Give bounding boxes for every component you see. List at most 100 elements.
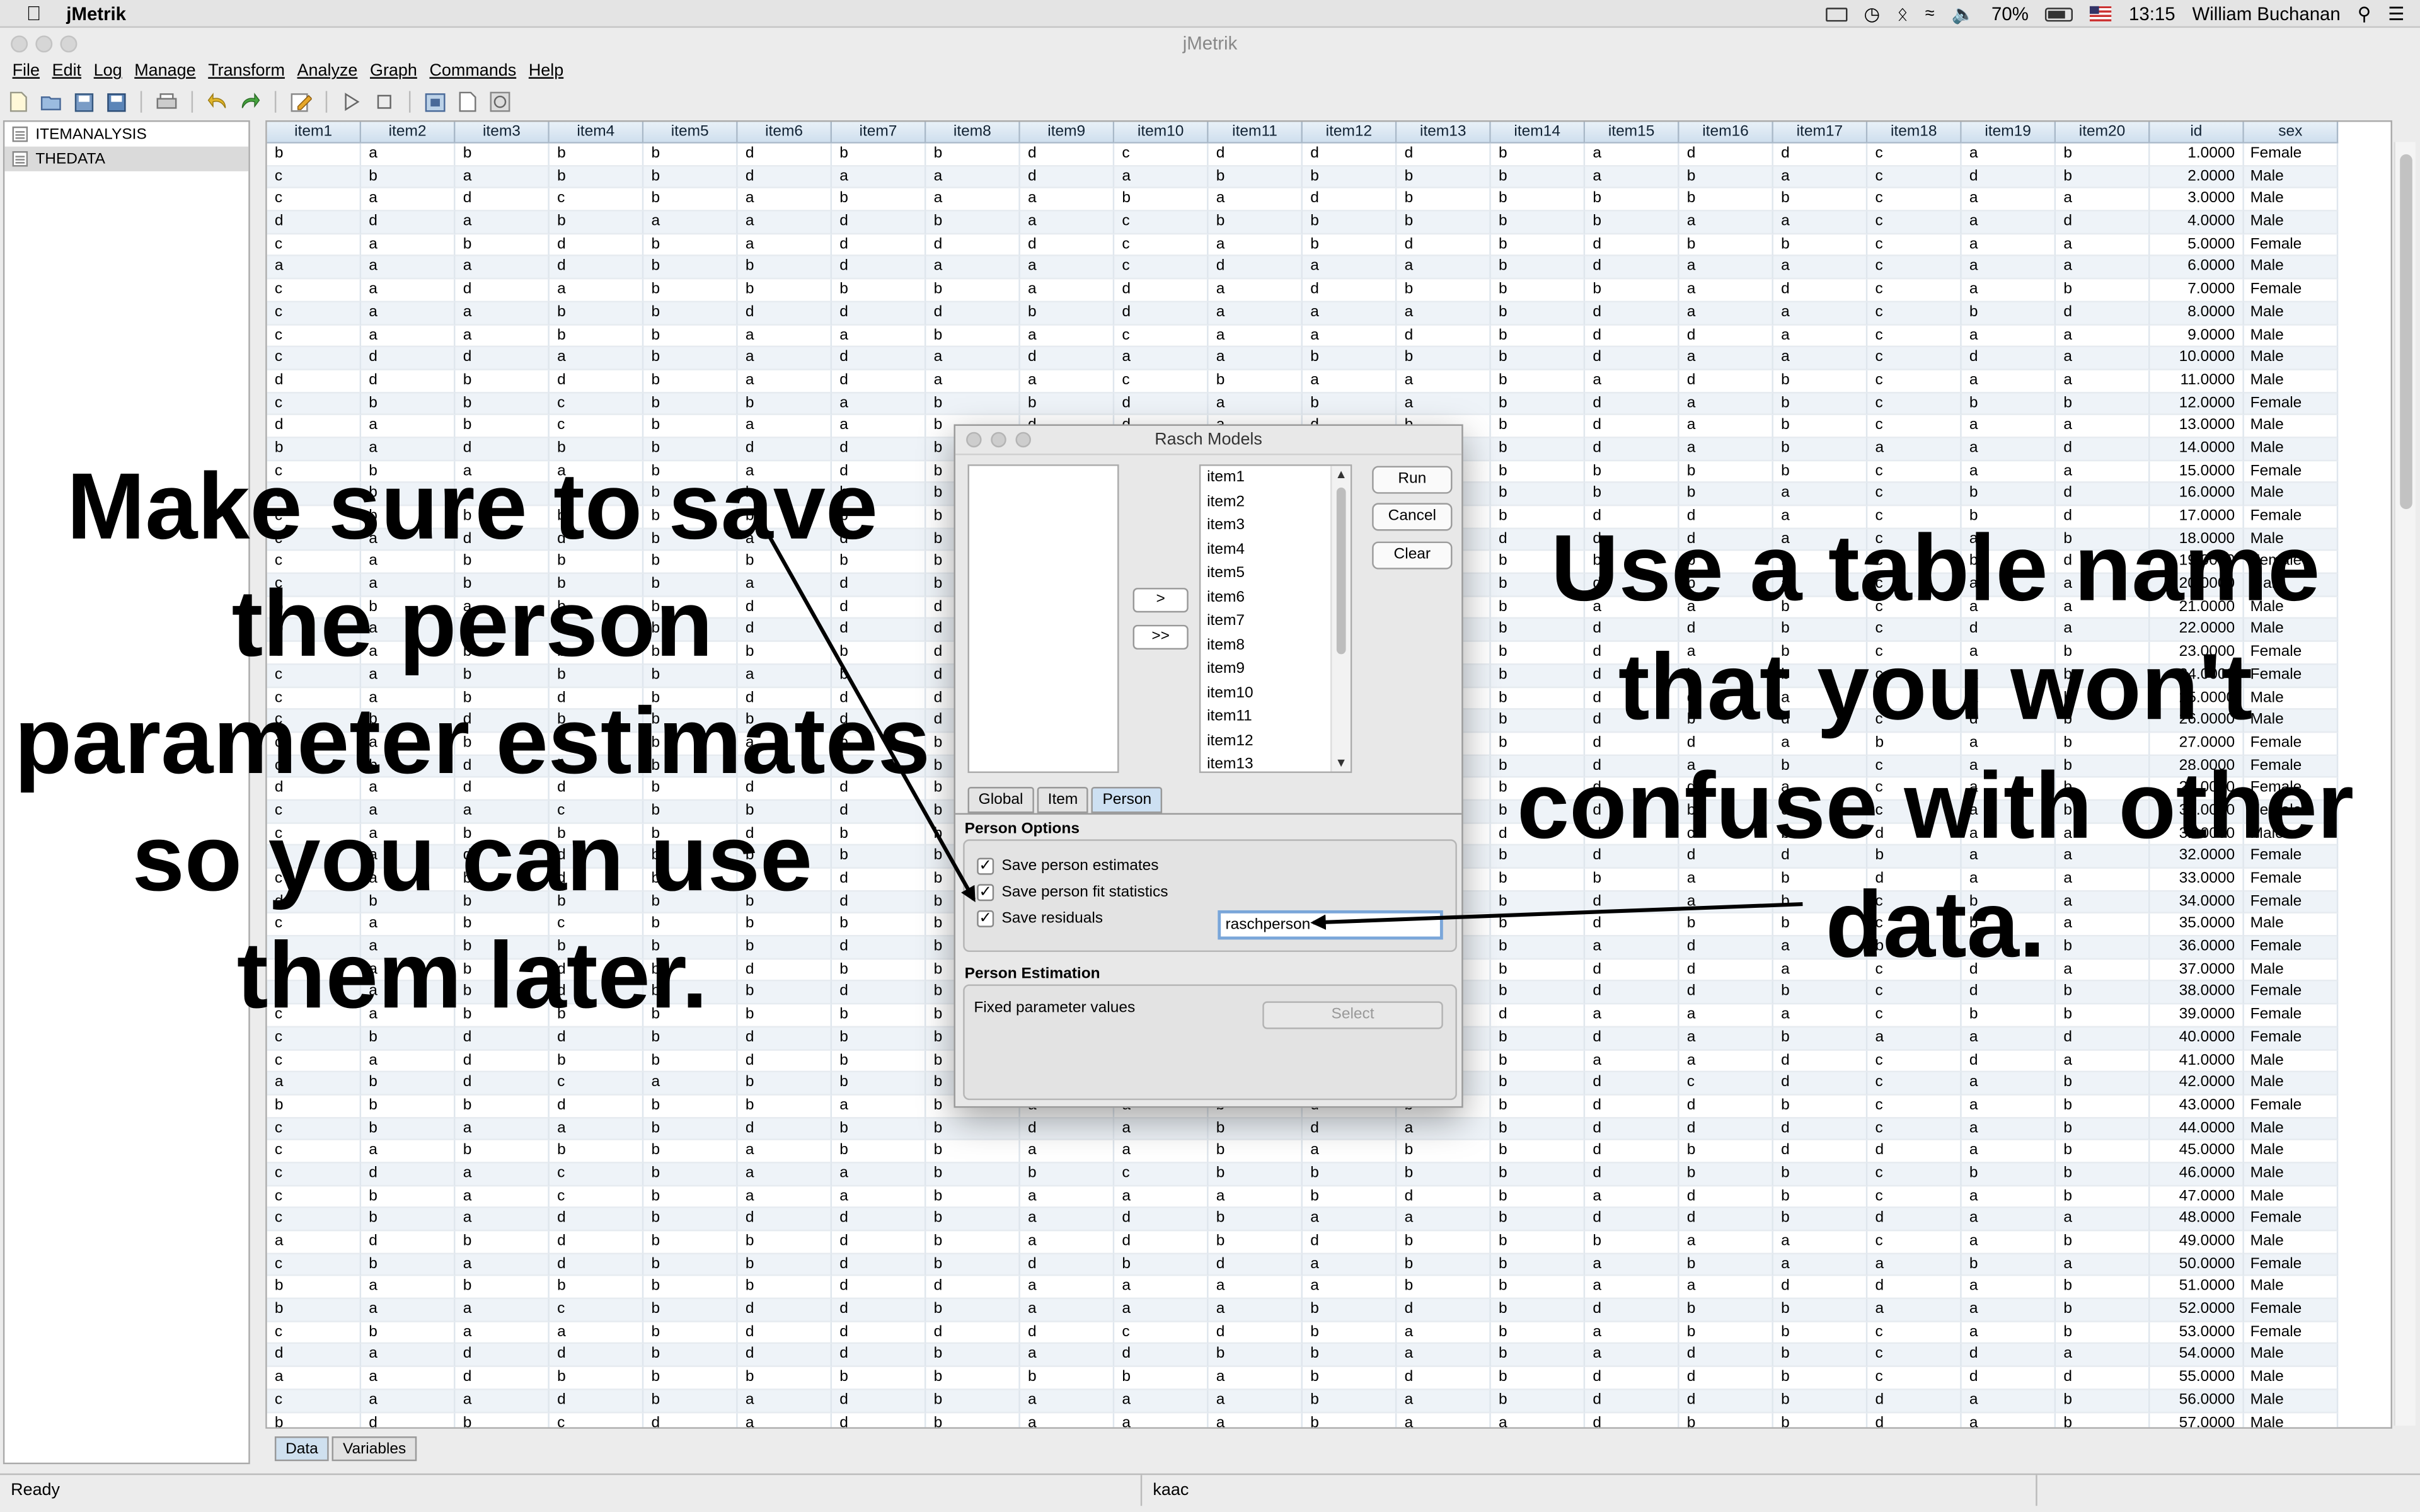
table-cell[interactable]: b — [1490, 1344, 1586, 1368]
table-cell[interactable]: d — [1114, 279, 1209, 302]
table-cell[interactable]: d — [1585, 1208, 1680, 1232]
table-cell[interactable]: d — [267, 370, 362, 393]
table-cell[interactable]: b — [2056, 1118, 2150, 1141]
table-cell[interactable]: a — [832, 1095, 926, 1118]
table-cell[interactable]: b — [1302, 211, 1397, 234]
table-cell[interactable]: Male — [2244, 370, 2339, 393]
table-cell[interactable]: b — [361, 392, 456, 416]
table-cell[interactable]: d — [1961, 347, 2056, 370]
table-cell[interactable]: a — [1679, 415, 1773, 438]
table-cell[interactable]: b — [643, 1367, 738, 1390]
table-cell[interactable]: b — [643, 392, 738, 416]
table-cell[interactable]: d — [549, 1344, 644, 1368]
table-cell[interactable]: 55.0000 — [2150, 1367, 2244, 1390]
table-cell[interactable]: a — [1961, 279, 2056, 302]
column-header-item9[interactable]: item9 — [1020, 122, 1115, 144]
table-cell[interactable]: b — [361, 1095, 456, 1118]
table-cell[interactable]: a — [1585, 1050, 1680, 1073]
table-cell[interactable]: a — [1302, 1276, 1397, 1300]
table-cell[interactable]: a — [1679, 1050, 1773, 1073]
table-cell[interactable]: c — [267, 324, 362, 348]
table-cell[interactable]: d — [1773, 1276, 1868, 1300]
column-header-item11[interactable]: item11 — [1208, 122, 1303, 144]
table-cell[interactable]: a — [549, 279, 644, 302]
airplay-icon[interactable] — [1825, 7, 1847, 21]
table-row[interactable]: c b a c b a a b a a a b d b a d b c a b 47.0000 Male — [267, 1186, 2339, 1209]
table-cell[interactable]: b — [1773, 1208, 1868, 1232]
table-cell[interactable]: d — [737, 1118, 833, 1141]
table-cell[interactable]: a — [455, 1322, 550, 1345]
table-cell[interactable]: d — [1867, 1390, 1962, 1413]
table-cell[interactable]: a — [2056, 1050, 2150, 1073]
table-cell[interactable]: Female — [2244, 982, 2339, 1005]
table-cell[interactable]: d — [2056, 438, 2150, 461]
table-cell[interactable]: a — [1302, 302, 1397, 325]
table-cell[interactable]: a — [361, 1390, 456, 1413]
table-cell[interactable]: b — [1490, 1231, 1586, 1254]
table-cell[interactable]: 10.0000 — [2150, 347, 2244, 370]
table-cell[interactable]: a — [1773, 347, 1868, 370]
table-cell[interactable]: b — [361, 1208, 456, 1232]
table-cell[interactable]: b — [455, 234, 550, 257]
scroll-down-icon[interactable]: ▼ — [1335, 756, 1347, 770]
table-cell[interactable]: d — [1302, 143, 1397, 166]
table-cell[interactable]: a — [2056, 256, 2150, 280]
table-cell[interactable]: a — [549, 347, 644, 370]
table-cell[interactable]: 46.0000 — [2150, 1163, 2244, 1186]
table-cell[interactable]: a — [1679, 211, 1773, 234]
table-cell[interactable]: d — [1585, 438, 1680, 461]
table-cell[interactable]: d — [1208, 1254, 1303, 1277]
table-cell[interactable]: b — [1490, 1027, 1586, 1050]
table-cell[interactable]: 43.0000 — [2150, 1095, 2244, 1118]
table-cell[interactable]: b — [926, 1231, 1020, 1254]
table-cell[interactable]: 38.0000 — [2150, 982, 2244, 1005]
table-cell[interactable]: Female — [2244, 1322, 2339, 1345]
table-cell[interactable]: b — [1208, 1118, 1303, 1141]
table-cell[interactable]: 3.0000 — [2150, 188, 2244, 212]
table-cell[interactable]: a — [1961, 1208, 2056, 1232]
table-cell[interactable]: a — [1679, 256, 1773, 280]
table-cell[interactable]: b — [1773, 1163, 1868, 1186]
table-cell[interactable]: Male — [2244, 211, 2339, 234]
table-cell[interactable]: b — [643, 143, 738, 166]
table-cell[interactable]: 52.0000 — [2150, 1299, 2244, 1322]
table-cell[interactable]: a — [1679, 1231, 1773, 1254]
table-cell[interactable]: b — [2056, 982, 2150, 1005]
table-cell[interactable]: b — [643, 370, 738, 393]
table-cell[interactable]: b — [1020, 392, 1115, 416]
table-cell[interactable]: d — [1585, 982, 1680, 1005]
table-cell[interactable]: a — [1585, 1004, 1680, 1028]
table-cell[interactable]: Male — [2244, 415, 2339, 438]
table-cell[interactable]: a — [455, 1186, 550, 1209]
table-cell[interactable]: b — [549, 1276, 644, 1300]
table-cell[interactable]: b — [1961, 302, 2056, 325]
table-cell[interactable]: d — [1585, 347, 1680, 370]
table-cell[interactable]: b — [1679, 461, 1773, 484]
table-cell[interactable]: c — [1867, 1072, 1962, 1096]
table-cell[interactable]: b — [1773, 1367, 1868, 1390]
table-cell[interactable]: b — [643, 234, 738, 257]
table-cell[interactable]: b — [737, 1276, 833, 1300]
table-cell[interactable]: d — [1585, 324, 1680, 348]
table-cell[interactable]: d — [361, 370, 456, 393]
time-machine-icon[interactable]: ◷ — [1864, 3, 1881, 25]
table-cell[interactable]: a — [1020, 1186, 1115, 1209]
table-cell[interactable]: c — [267, 1208, 362, 1232]
table-cell[interactable]: b — [926, 1254, 1020, 1277]
table-cell[interactable]: a — [1397, 256, 1491, 280]
table-cell[interactable]: b — [1679, 166, 1773, 189]
redo-icon[interactable] — [238, 89, 262, 114]
table-cell[interactable]: b — [549, 1367, 644, 1390]
table-cell[interactable]: a — [455, 324, 550, 348]
column-header-item12[interactable]: item12 — [1302, 122, 1397, 144]
table-cell[interactable]: b — [1773, 392, 1868, 416]
table-cell[interactable]: 6.0000 — [2150, 256, 2244, 280]
table-cell[interactable]: b — [2056, 1322, 2150, 1345]
table-cell[interactable]: a — [455, 1254, 550, 1277]
tree-item-thedata[interactable]: THEDATA — [4, 146, 249, 171]
table-cell[interactable]: d — [926, 302, 1020, 325]
table-cell[interactable]: b — [1490, 1276, 1586, 1300]
table-cell[interactable]: d — [1585, 1412, 1680, 1428]
table-cell[interactable]: b — [1773, 1027, 1868, 1050]
table-cell[interactable]: 11.0000 — [2150, 370, 2244, 393]
